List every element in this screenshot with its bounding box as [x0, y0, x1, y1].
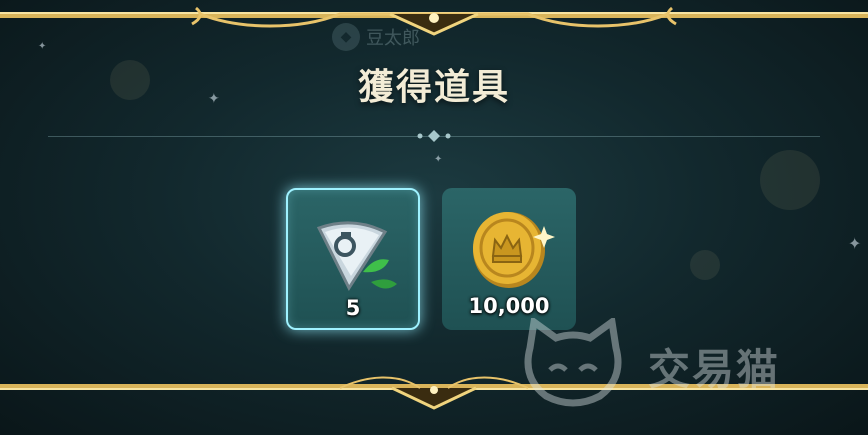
divider-ornament-icon: [417, 130, 451, 142]
ghost-player-name: 豆太郎: [366, 28, 420, 49]
watermark: 交易猫: [520, 318, 840, 408]
dialog-title: 獲得道具: [357, 67, 510, 108]
bokeh-light: [760, 150, 820, 210]
bokeh-light: [690, 250, 720, 280]
ghost-player-tag: ◆ 豆太郎: [332, 20, 420, 54]
item-quantity: 10,000: [468, 294, 550, 318]
top-ornate-frame: [0, 6, 868, 36]
reward-screen: { "dialog": { "title": "獲得道具", "ghost_pl…: [0, 0, 868, 435]
sparkle-icon: ✦: [38, 41, 47, 52]
gold-coin-icon: [473, 212, 555, 288]
reward-item-slot[interactable]: 10,000: [442, 188, 576, 330]
item-quantity: 5: [345, 296, 361, 320]
cat-logo-icon: [524, 318, 622, 407]
stone-shard-icon: [316, 221, 397, 292]
watermark-text: 交易猫: [648, 345, 781, 394]
reward-item-slot[interactable]: 5: [286, 188, 420, 330]
sparkle-icon: ✦: [848, 234, 862, 253]
sparkle-icon: ✦: [434, 154, 443, 165]
shield-icon: ◆: [332, 23, 360, 51]
